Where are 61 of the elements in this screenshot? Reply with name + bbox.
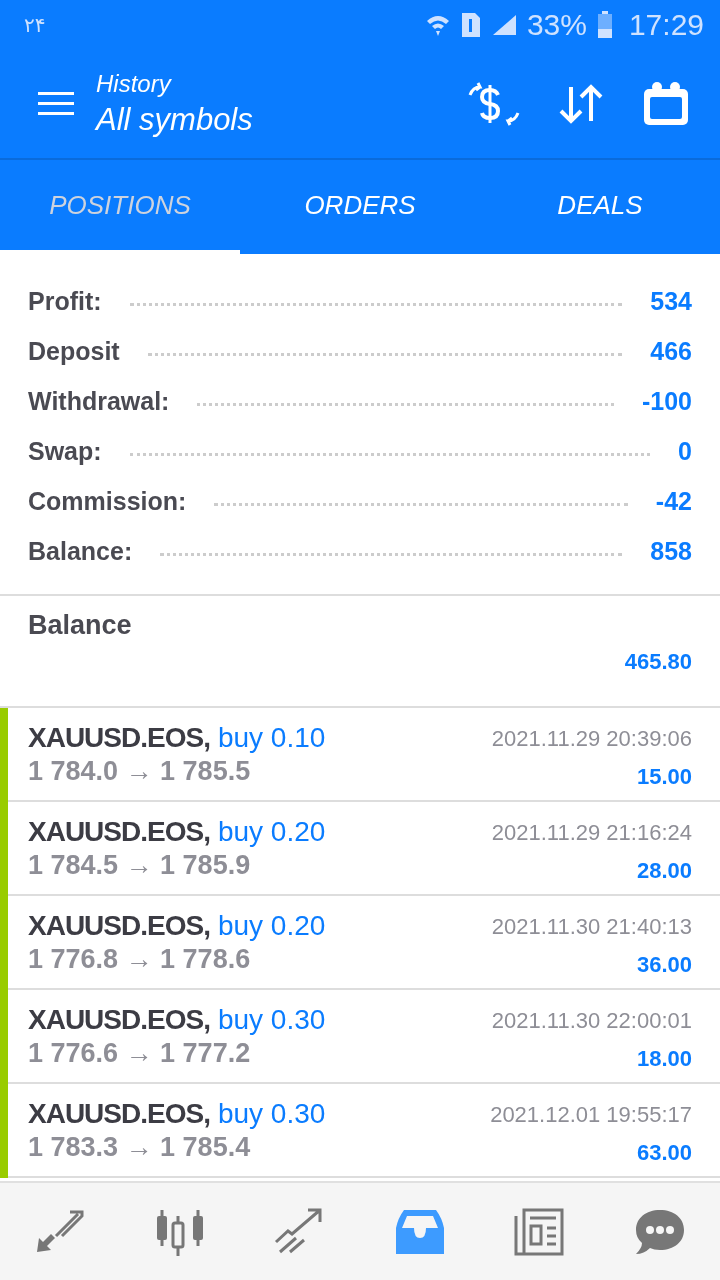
summary-value: -42: [655, 486, 692, 516]
screen-title: History: [96, 70, 173, 98]
summary-label: Withdrawal:: [28, 386, 170, 416]
position-prices: 1 776.8 → 1 778.6: [28, 944, 252, 975]
inbox-icon[interactable]: [394, 1207, 446, 1256]
summary-label: Commission:: [28, 486, 187, 516]
newspaper-icon[interactable]: [514, 1207, 566, 1256]
position-profit: 36.00: [636, 952, 692, 978]
position-time: 2021.12.01 19:55:17: [490, 1102, 692, 1128]
position-symbol: XAUUSD.EOS,: [28, 722, 210, 754]
tab[interactable]: DEALS: [480, 160, 720, 254]
summary-value: 466: [650, 336, 692, 366]
position-row[interactable]: XAUUSD.EOS, buy 0.20 1 776.8 → 1 778.6 2021.11.30 21:40:13 36.00: [0, 896, 720, 990]
menu-icon[interactable]: [38, 91, 74, 117]
chat-icon[interactable]: [634, 1207, 686, 1256]
position-symbol: XAUUSD.EOS,: [28, 1004, 210, 1036]
summary-value: 534: [650, 286, 692, 316]
position-symbol: XAUUSD.EOS,: [28, 1098, 210, 1130]
position-profit: 63.00: [636, 1140, 692, 1166]
position-profit: 28.00: [636, 858, 692, 884]
position-time: 2021.11.29 20:39:06: [491, 726, 692, 752]
summary-value: 0: [678, 436, 692, 466]
position-row[interactable]: XAUUSD.EOS, buy 0.30 1 783.3 → 1 785.4 2021.12.01 19:55:17 63.00: [0, 1084, 720, 1178]
position-symbol: XAUUSD.EOS,: [28, 816, 210, 848]
position-time: 2021.11.29 21:16:24: [491, 820, 692, 846]
sim-icon: [460, 12, 481, 38]
position-trade: buy 0.30: [217, 1098, 326, 1130]
battery-icon: [596, 11, 613, 39]
tab[interactable]: ORDERS: [240, 160, 480, 254]
position-profit: 15.00: [636, 764, 692, 790]
summary-value: 858: [650, 536, 692, 566]
position-trade: buy 0.20: [217, 816, 326, 848]
position-trade: buy 0.30: [217, 1004, 326, 1036]
sort-icon[interactable]: [558, 83, 604, 125]
calendar-icon[interactable]: [642, 81, 690, 127]
balance-label: Balance: [28, 610, 133, 641]
position-prices: 1 776.6 → 1 777.2: [28, 1038, 252, 1069]
position-row[interactable]: XAUUSD.EOS, buy 0.10 1 784.0 → 1 785.5 2021.11.29 20:39:06 15.00: [0, 708, 720, 802]
position-row[interactable]: XAUUSD.EOS, buy 0.20 1 784.5 → 1 785.9 2021.11.29 21:16:24 28.00: [0, 802, 720, 896]
position-trade: buy 0.10: [217, 722, 326, 754]
position-symbol: XAUUSD.EOS,: [28, 910, 210, 942]
position-profit: 18.00: [636, 1046, 692, 1072]
candlestick-icon[interactable]: [154, 1207, 206, 1256]
summary-label: Profit:: [28, 286, 102, 316]
summary-label: Balance:: [28, 536, 133, 566]
summary-value: -100: [641, 386, 692, 416]
summary-label: Swap:: [28, 436, 102, 466]
position-trade: buy 0.20: [217, 910, 326, 942]
battery-percent: 33%: [526, 8, 587, 42]
symbol-filter[interactable]: All symbols: [96, 102, 430, 138]
position-time: 2021.11.30 21:40:13: [491, 914, 692, 940]
status-date: ۲۴: [24, 13, 46, 37]
status-time: 17:29: [628, 8, 704, 42]
position-time: 2021.11.30 22:00:01: [491, 1008, 692, 1034]
balance-value: 465.80: [624, 649, 692, 675]
position-prices: 1 783.3 → 1 785.4: [28, 1132, 252, 1163]
position-prices: 1 784.0 → 1 785.5: [28, 756, 252, 787]
summary-label: Deposit: [28, 336, 120, 366]
position-row[interactable]: XAUUSD.EOS, buy 0.30 1 776.6 → 1 777.2 2021.11.30 22:00:01 18.00: [0, 990, 720, 1084]
position-prices: 1 784.5 → 1 785.9: [28, 850, 252, 881]
currency-exchange-icon[interactable]: [468, 81, 520, 127]
